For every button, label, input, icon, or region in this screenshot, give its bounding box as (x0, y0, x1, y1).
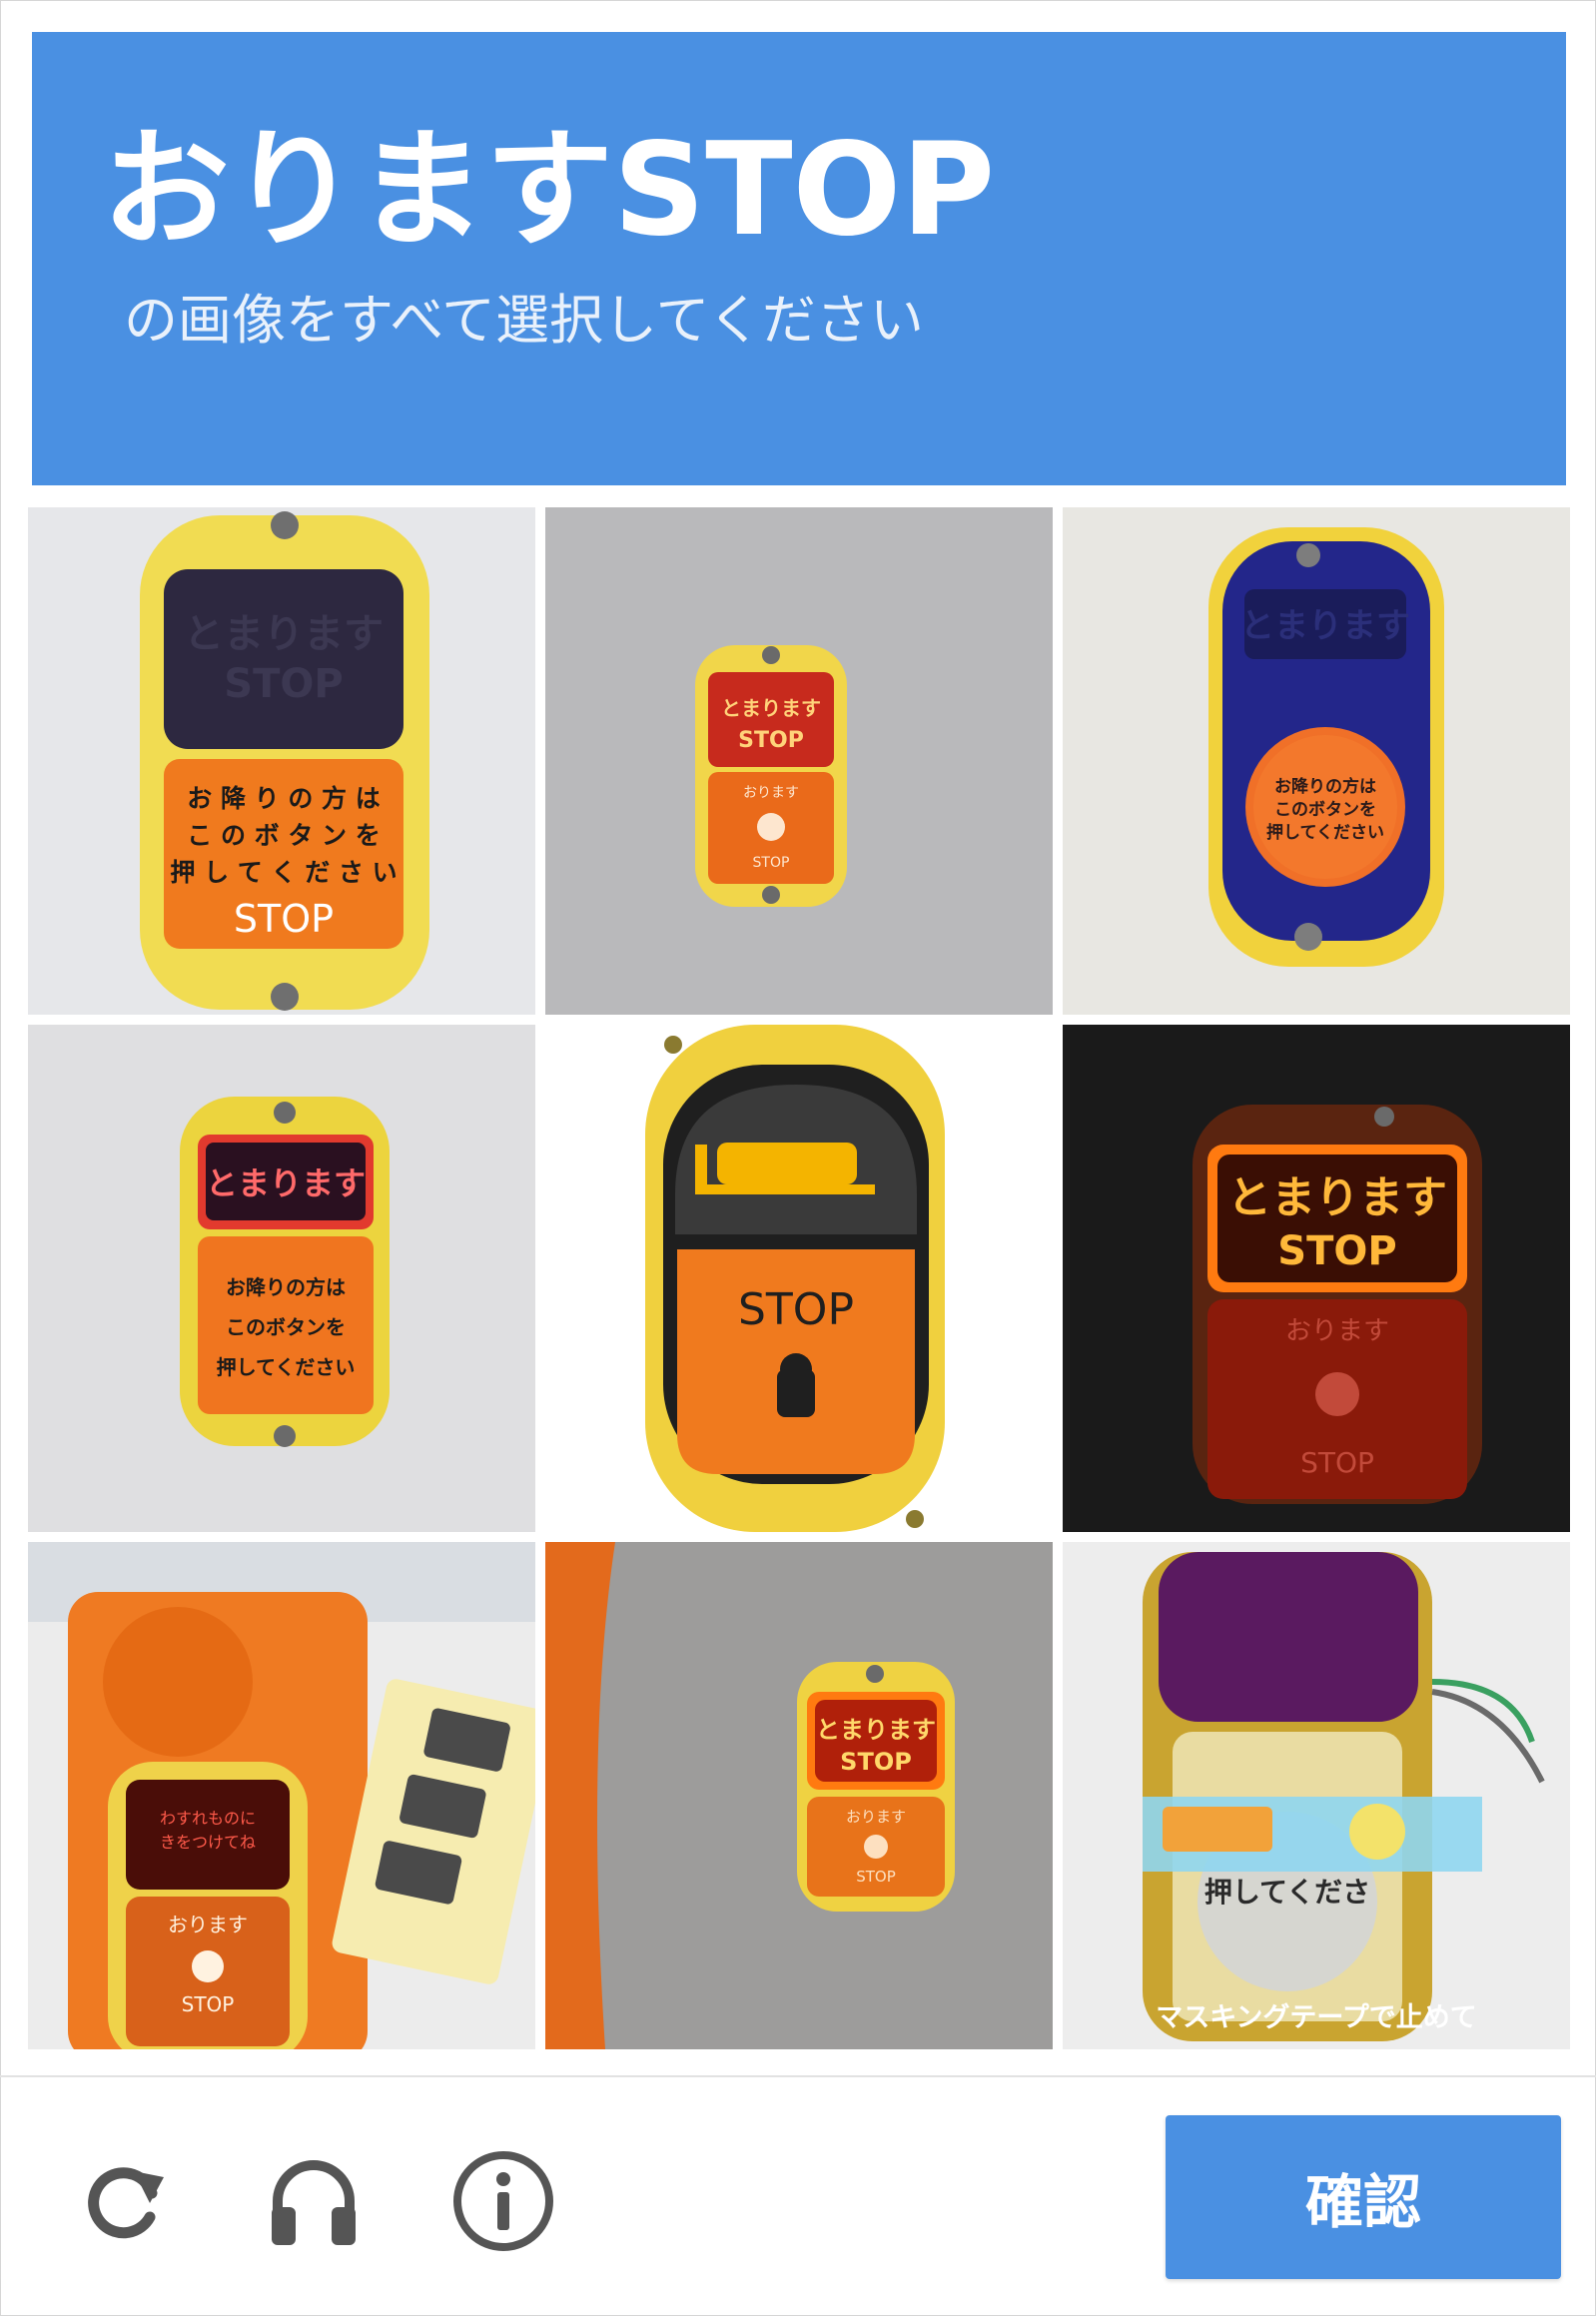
svg-text:とまります: とまります (184, 611, 384, 657)
footer-divider (0, 2075, 1596, 2077)
tile4-line1: お降りの方は (226, 1275, 346, 1299)
captcha-header: おりますSTOP の画像をすべて選択してください (32, 32, 1566, 485)
tile2-display-2: STOP (738, 728, 804, 753)
image-grid: とまります STOP お 降 り の 方 は こ の ボ タ ン を 押 し て… (28, 507, 1570, 2053)
tile8-display-1: とまります (816, 1716, 936, 1744)
tile6-display-1: とまります (1227, 1172, 1447, 1223)
tile2-display-1: とまります (721, 696, 821, 720)
tile7-lower-1: おります (168, 1913, 248, 1936)
stop-button-photo-6: とまります STOP おります STOP (1063, 1025, 1570, 1532)
tile1-stop-label: STOP (234, 897, 334, 941)
tile8-display-2: STOP (840, 1748, 912, 1776)
tile3-line2: このボタンを (1274, 800, 1376, 820)
tile2-lower-1: おります (743, 785, 799, 801)
tile7-lower-2: STOP (182, 1992, 235, 2016)
tile2-lower-2: STOP (753, 855, 790, 871)
image-tile-8[interactable]: とまります STOP おります STOP (545, 1542, 1053, 2049)
tile4-display: とまります (206, 1164, 366, 1202)
tile9-caption: マスキングテープで止めて (1156, 2001, 1477, 2033)
tile3-line1: お降りの方は (1274, 776, 1376, 797)
image-tile-6[interactable]: とまります STOP おります STOP (1063, 1025, 1570, 1532)
tile8-lower-1: おります (846, 1808, 906, 1826)
image-tile-1[interactable]: とまります STOP お 降 り の 方 は こ の ボ タ ン を 押 し て… (28, 507, 535, 1015)
svg-text:STOP: STOP (224, 661, 343, 707)
tile1-line1: お 降 り の 方 は (187, 784, 381, 813)
tile5-stop-label: STOP (738, 1284, 854, 1335)
reload-button[interactable] (70, 2147, 178, 2255)
tile1-line3: 押 し て く だ さ い (170, 858, 397, 887)
stop-button-photo-1: とまります STOP お 降 り の 方 は こ の ボ タ ン を 押 し て… (28, 507, 535, 1015)
tile3-display: とまります (1240, 606, 1410, 646)
tile4-line3: 押してください (217, 1355, 356, 1379)
headphones-icon (272, 2160, 356, 2245)
stop-button-photo-4: とまります お降りの方は このボタンを 押してください (28, 1025, 535, 1532)
captcha-instruction: の画像をすべて選択してください (124, 289, 924, 352)
stop-button-illustration-5: STOP (545, 1025, 1053, 1532)
stop-button-photo-2: とまります STOP おります STOP (545, 507, 1053, 1015)
tile6-lower-1: おります (1285, 1316, 1389, 1346)
image-tile-7[interactable]: わすれものに きをつけてね おります STOP (28, 1542, 535, 2049)
taped-stop-button-photo-9: 押してくださ マスキングテープで止めて (1063, 1542, 1570, 2049)
tile1-line2: こ の ボ タ ン を (187, 821, 381, 850)
tile7-display-2: きをつけてね (160, 1833, 256, 1852)
image-tile-3[interactable]: とまります お降りの方は このボタンを 押してください (1063, 507, 1570, 1015)
audio-challenge-button[interactable] (260, 2147, 368, 2255)
tile7-display-1: わすれものに (160, 1809, 256, 1828)
tile8-lower-2: STOP (856, 1868, 896, 1886)
reload-icon (88, 2167, 164, 2239)
toy-stop-button-photo-7: わすれものに きをつけてね おります STOP (28, 1542, 535, 2049)
captcha-title: おりますSTOP (102, 116, 996, 265)
tile6-display-2: STOP (1277, 1228, 1396, 1274)
stop-button-photo-3: とまります お降りの方は このボタンを 押してください (1063, 507, 1570, 1015)
image-tile-2[interactable]: とまります STOP おります STOP (545, 507, 1053, 1015)
image-tile-4[interactable]: とまります お降りの方は このボタンを 押してください (28, 1025, 535, 1532)
info-button[interactable] (449, 2147, 557, 2255)
info-icon (453, 2151, 553, 2251)
verify-button[interactable]: 確認 (1166, 2115, 1561, 2279)
image-tile-9[interactable]: 押してくださ マスキングテープで止めて (1063, 1542, 1570, 2049)
image-tile-5[interactable]: STOP (545, 1025, 1053, 1532)
tile4-line2: このボタンを (226, 1315, 346, 1339)
stop-button-photo-8: とまります STOP おります STOP (545, 1542, 1053, 2049)
tile9-inner-text: 押してくださ (1204, 1876, 1370, 1909)
tile6-lower-2: STOP (1300, 1446, 1374, 1479)
tile3-line3: 押してください (1266, 822, 1384, 843)
